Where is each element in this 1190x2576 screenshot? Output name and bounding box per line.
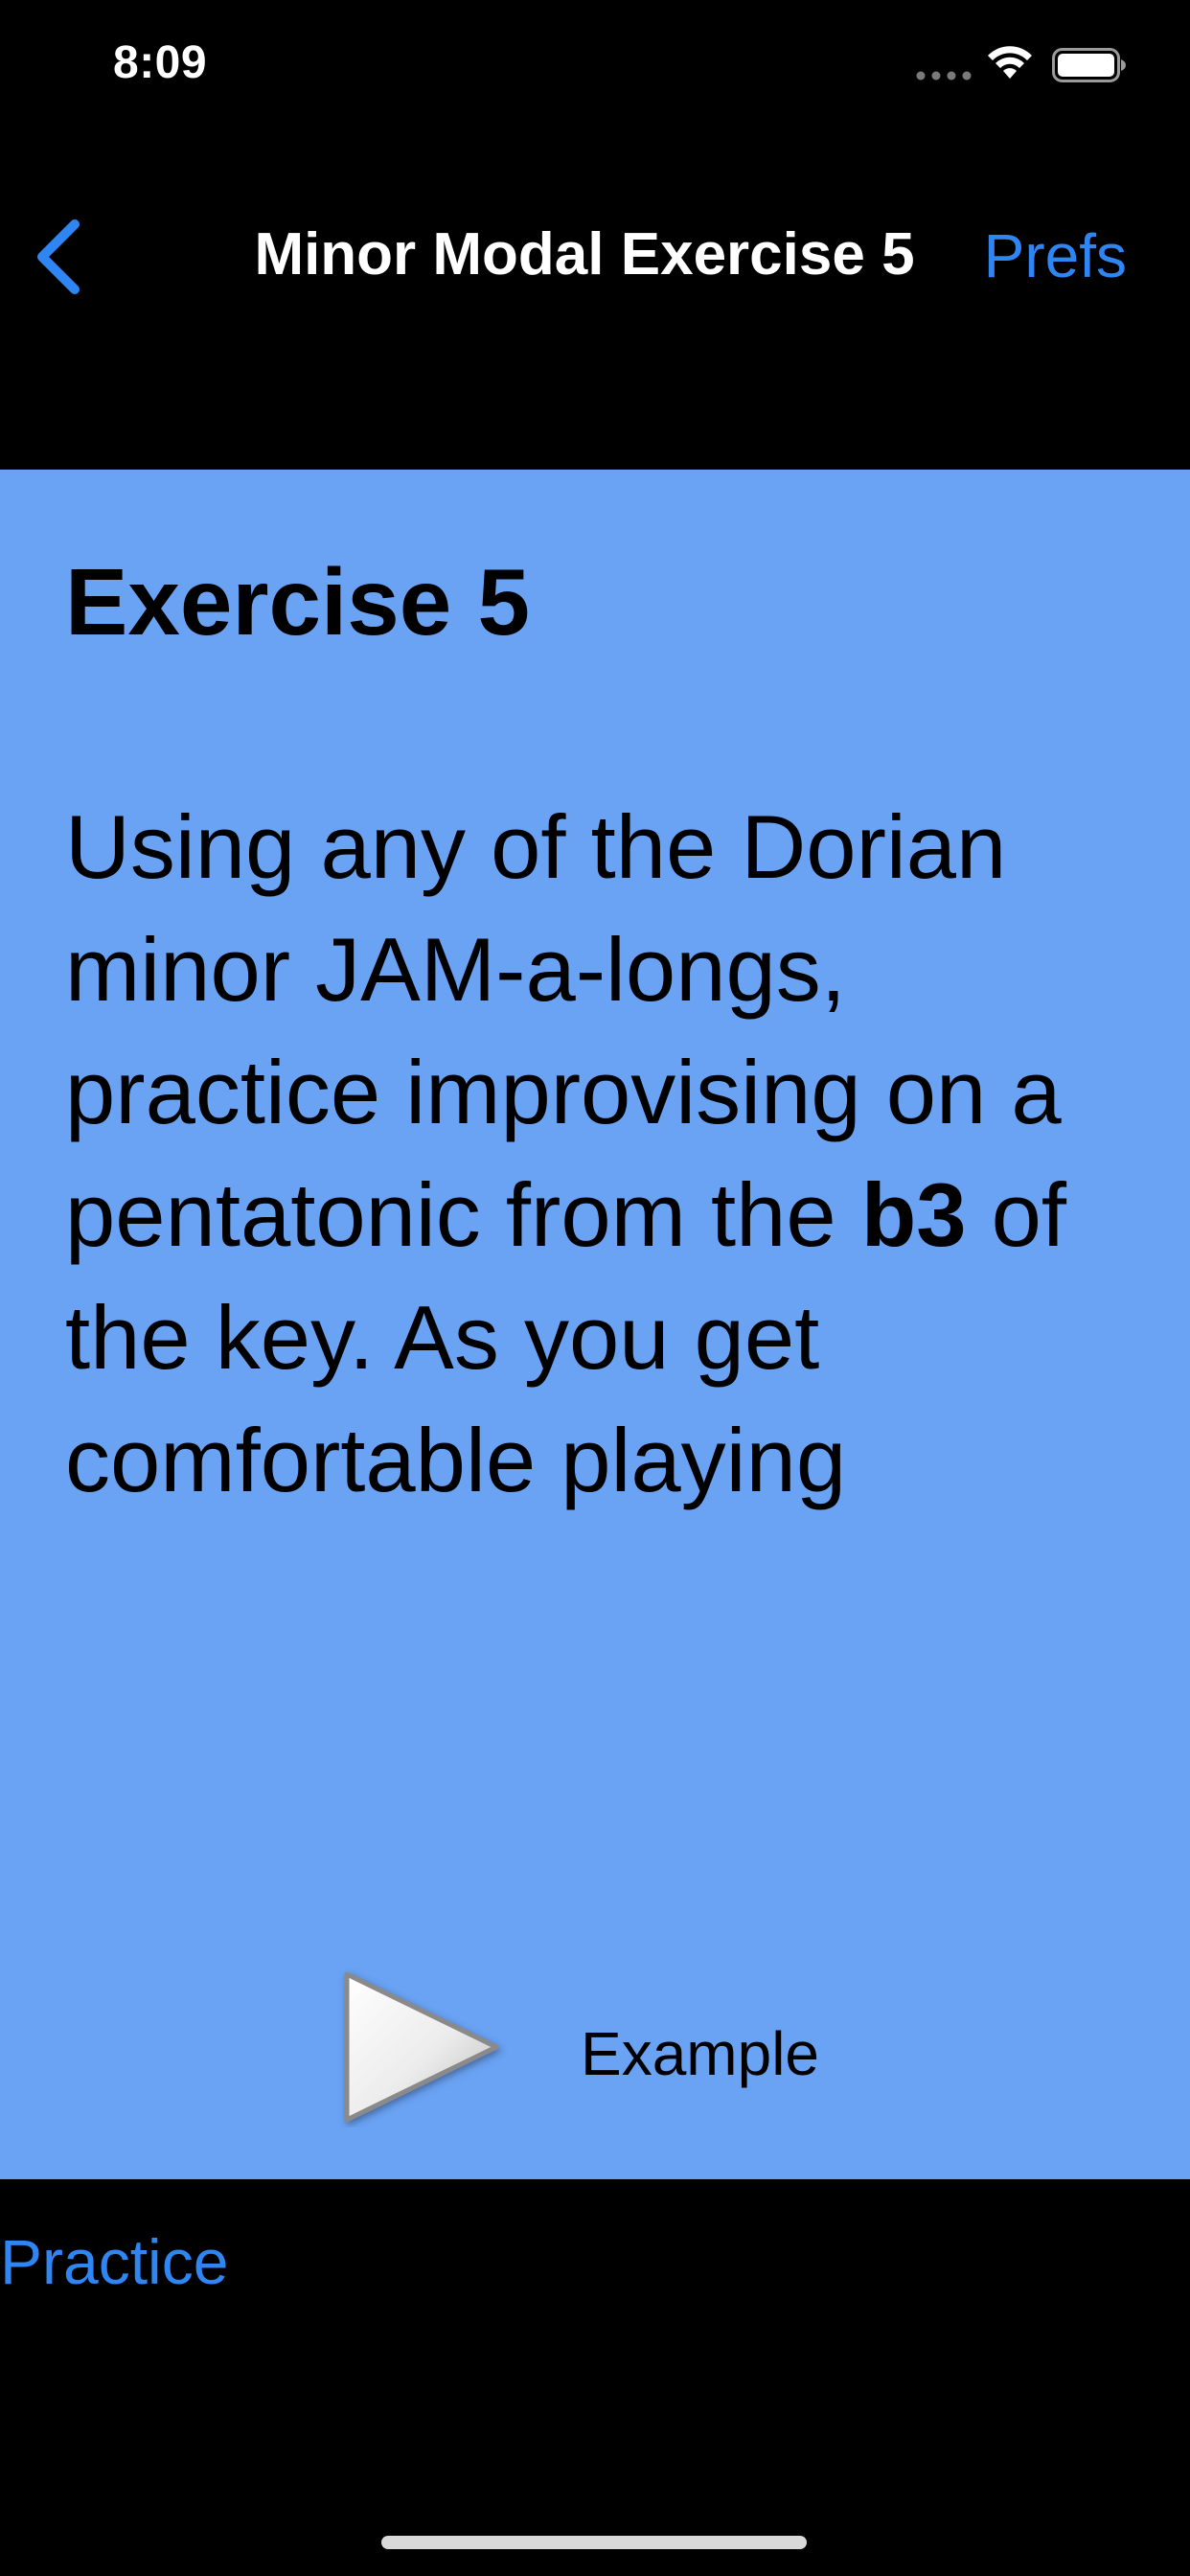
wifi-icon (988, 46, 1032, 79)
exercise-text-bold: b3 (860, 1164, 967, 1265)
exercise-heading: Exercise 5 (65, 549, 530, 655)
chevron-left-icon (37, 219, 80, 294)
back-button[interactable] (25, 209, 92, 305)
exercise-description: Using any of the Dorian minor JAM-a-long… (65, 786, 1138, 1522)
page-title: Minor Modal Exercise 5 (254, 221, 915, 288)
prefs-button[interactable]: Prefs (984, 220, 1127, 291)
navigation-bar (0, 134, 1190, 470)
status-time: 8:09 (113, 37, 208, 88)
exercise-panel: Exercise 5 Using any of the Dorian minor… (0, 470, 1190, 2179)
battery-icon (1052, 48, 1126, 82)
example-play-button[interactable] (335, 1965, 508, 2128)
practice-button[interactable]: Practice (0, 2225, 228, 2298)
home-indicator[interactable] (381, 2536, 807, 2549)
status-bar: 8:09 (0, 0, 1190, 134)
play-icon (344, 1971, 499, 2123)
signal-dots-icon (916, 71, 972, 80)
example-label: Example (581, 2019, 819, 2088)
